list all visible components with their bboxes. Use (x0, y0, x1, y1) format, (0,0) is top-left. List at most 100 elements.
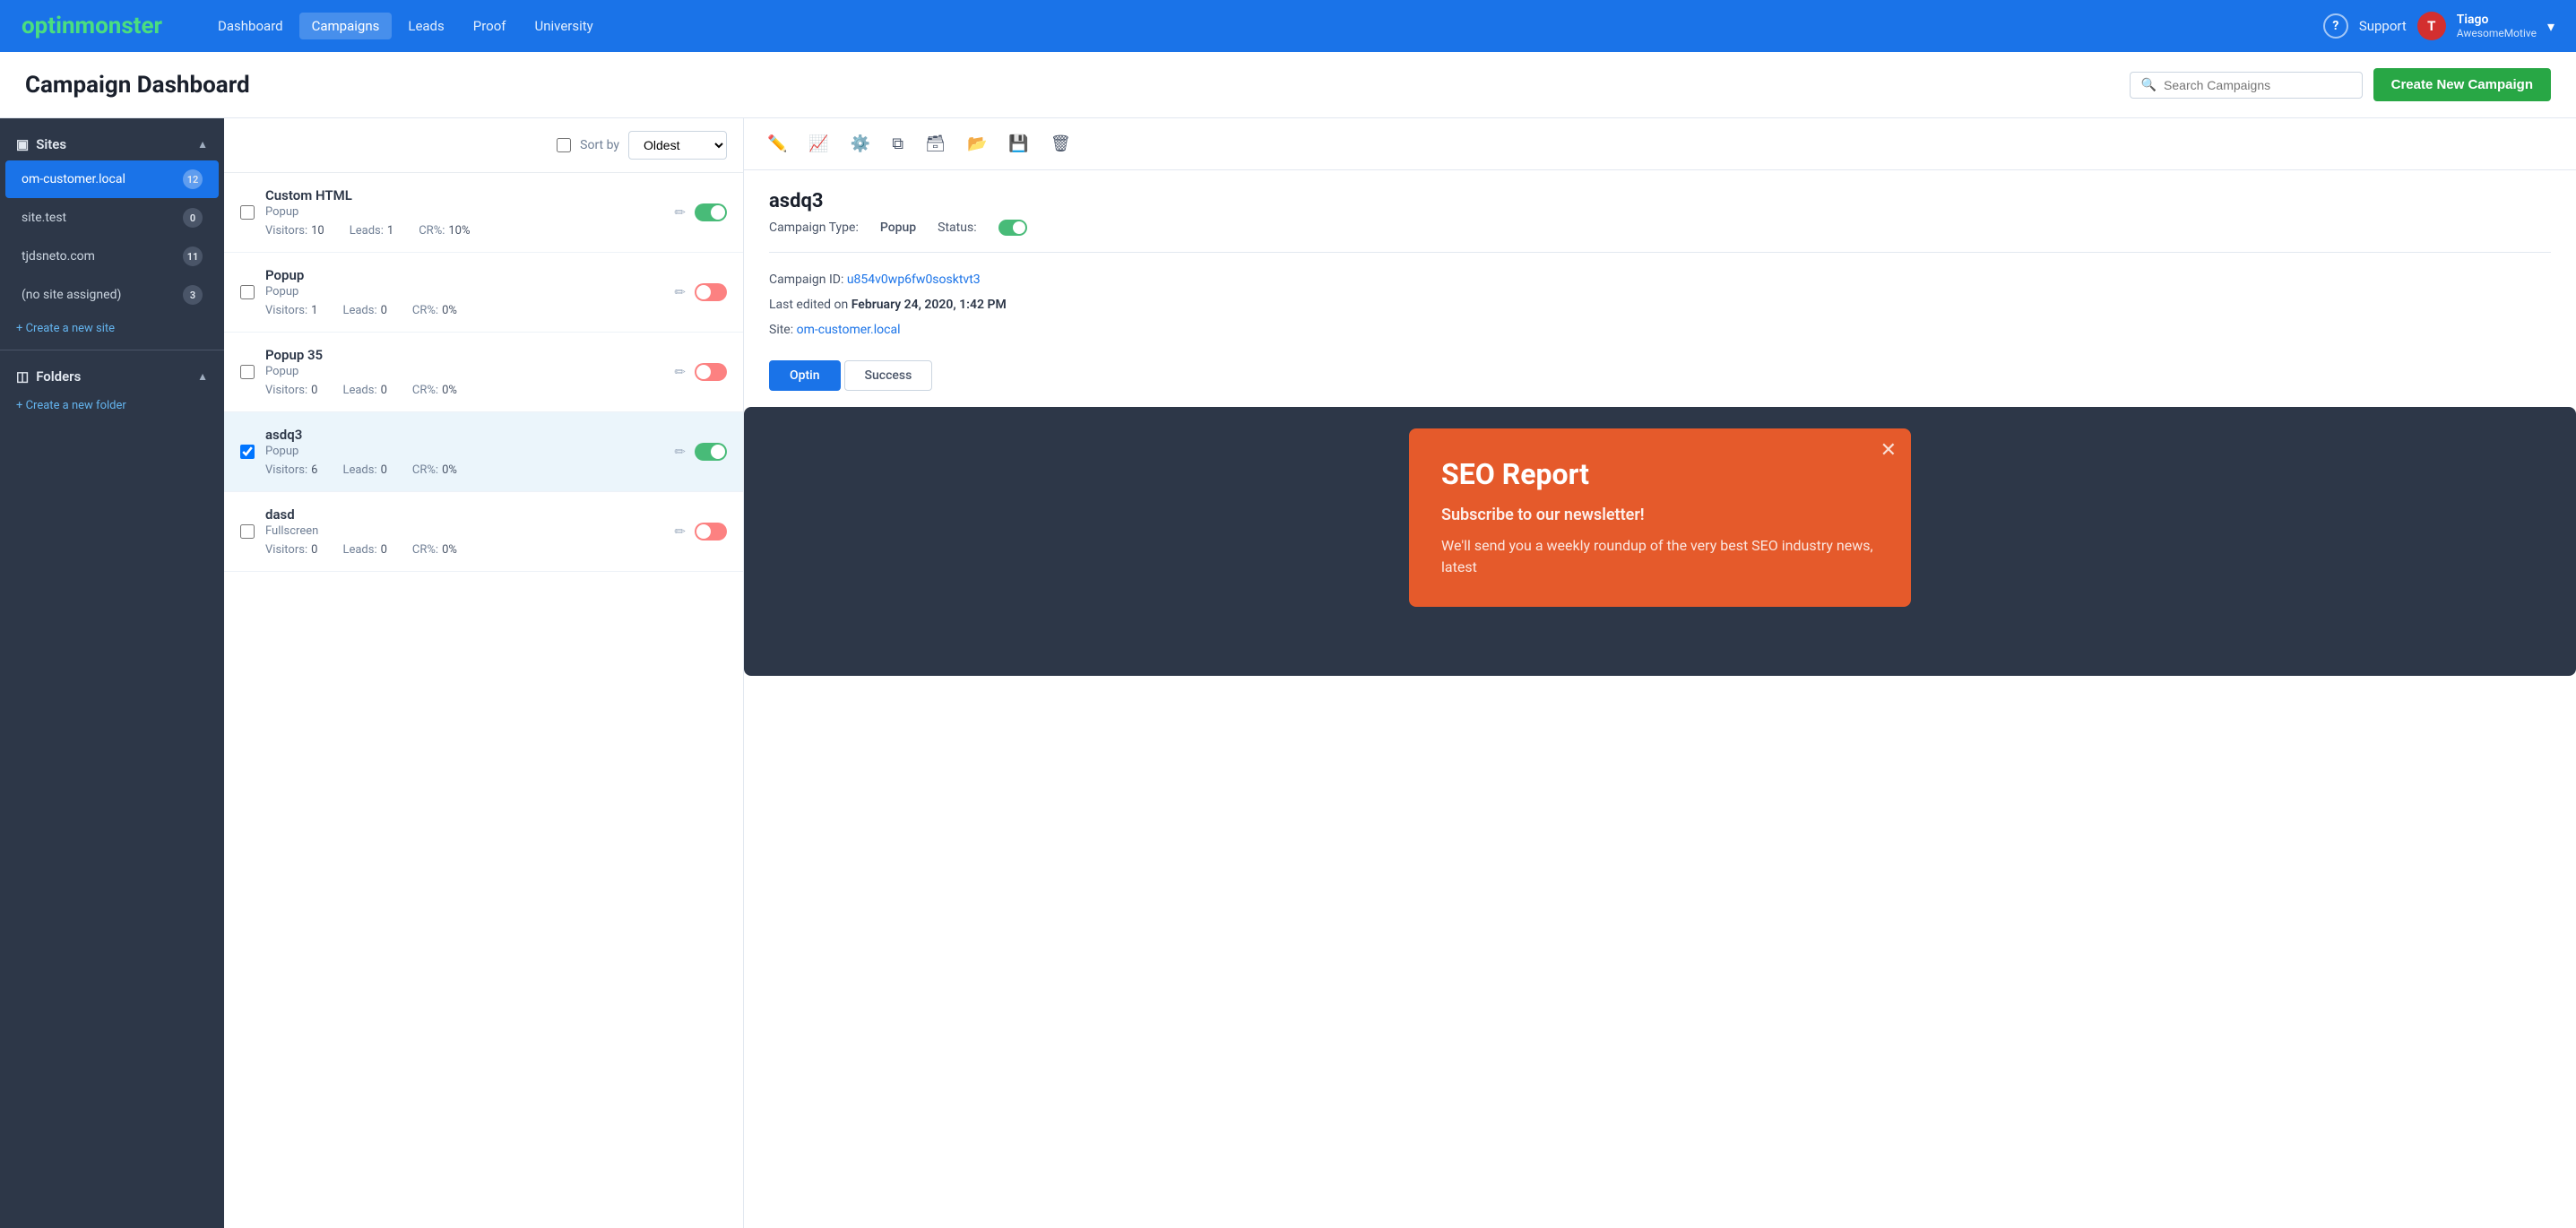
export-icon[interactable]: 💾 (1005, 131, 1032, 157)
detail-body: asdq3 Campaign Type: Popup Status: Campa… (744, 170, 2576, 676)
visitors-stat: Visitors: 6 (265, 463, 317, 477)
edit-icon[interactable]: ✏️ (764, 131, 791, 157)
help-button[interactable]: ? (2323, 13, 2348, 39)
site-value[interactable]: om-customer.local (797, 323, 901, 337)
leads-stat: Leads: 0 (342, 543, 386, 557)
create-site-link[interactable]: + Create a new site (0, 315, 224, 342)
campaign-row[interactable]: Popup 35 Popup Visitors: 0 Leads: 0 CR%:… (224, 333, 743, 412)
campaign-checkbox[interactable] (240, 285, 255, 299)
move-icon[interactable]: 📂 (964, 131, 990, 157)
campaign-toggle[interactable] (695, 443, 727, 461)
user-dropdown-icon[interactable]: ▾ (2547, 18, 2554, 35)
campaign-checkbox[interactable] (240, 445, 255, 459)
preview-close-icon[interactable]: ✕ (1880, 439, 1897, 462)
leads-stat: Leads: 0 (342, 304, 386, 317)
visitors-value: 6 (311, 463, 317, 477)
cr-stat: CR%: 0% (412, 463, 457, 477)
detail-panel: ✏️ 📈 ⚙️ ⧉ 🗃 📂 💾 🗑 asdq3 Campaign Type: P… (744, 118, 2576, 1228)
leads-stat: Leads: 0 (342, 384, 386, 397)
nav-link-proof[interactable]: Proof (461, 13, 519, 39)
campaign-toggle[interactable] (695, 523, 727, 540)
analytics-icon[interactable]: 📈 (805, 131, 832, 157)
sites-section-header[interactable]: ▣ Sites ▲ (0, 125, 224, 160)
preview-subtitle: Subscribe to our newsletter! (1441, 506, 1879, 524)
last-edited-row: Last edited on February 24, 2020, 1:42 P… (769, 292, 2551, 317)
sidebar-site-name: (no site assigned) (22, 288, 183, 302)
create-campaign-button[interactable]: Create New Campaign (2373, 68, 2551, 101)
campaign-row[interactable]: Popup Popup Visitors: 1 Leads: 0 CR%: 0%… (224, 253, 743, 333)
site-row: Site: om-customer.local (769, 317, 2551, 342)
campaign-edit-icon[interactable]: ✏ (674, 364, 686, 380)
campaign-edit-icon[interactable]: ✏ (674, 444, 686, 460)
leads-value: 0 (381, 543, 387, 557)
campaign-type-value: Popup (880, 221, 916, 235)
header-actions: 🔍 Create New Campaign (2130, 68, 2551, 101)
detail-tab-success[interactable]: Success (844, 360, 933, 391)
campaign-edit-icon[interactable]: ✏ (674, 523, 686, 540)
status-label: Status: (938, 221, 976, 235)
sidebar-site-badge: 12 (183, 169, 203, 189)
nav-link-leads[interactable]: Leads (395, 13, 456, 39)
archive-icon[interactable]: 🗃 (921, 131, 949, 157)
toggle-knob (696, 365, 711, 379)
campaign-toggle[interactable] (695, 203, 727, 221)
cr-stat: CR%: 10% (419, 224, 470, 238)
sort-bar: Sort by OldestNewestName A-ZName Z-A (224, 118, 743, 173)
detail-meta: Campaign Type: Popup Status: (769, 220, 2551, 236)
sidebar-site-item[interactable]: tjdsneto.com11 (5, 238, 219, 275)
leads-value: 0 (381, 304, 387, 317)
campaign-toggle[interactable] (695, 283, 727, 301)
campaign-actions: ✏ (674, 363, 727, 381)
sort-select[interactable]: OldestNewestName A-ZName Z-A (628, 131, 727, 160)
cr-value: 10% (448, 224, 470, 238)
campaign-checkbox[interactable] (240, 205, 255, 220)
campaign-edit-icon[interactable]: ✏ (674, 204, 686, 221)
campaign-checkbox[interactable] (240, 524, 255, 539)
visitors-value: 10 (311, 224, 324, 238)
campaign-list-panel: Sort by OldestNewestName A-ZName Z-A Cus… (224, 118, 744, 1228)
detail-info: Campaign ID: u854v0wp6fw0sosktvt3 Last e… (769, 267, 2551, 342)
campaign-id-value[interactable]: u854v0wp6fw0sosktvt3 (847, 272, 981, 287)
detail-campaign-name: asdq3 (769, 190, 2551, 212)
leads-label: Leads: (342, 304, 376, 317)
campaign-name: Custom HTML (265, 187, 663, 203)
status-toggle[interactable] (998, 220, 1027, 236)
campaign-checkbox[interactable] (240, 365, 255, 379)
user-info: Tiago AwesomeMotive (2457, 13, 2537, 39)
campaign-row[interactable]: dasd Fullscreen Visitors: 0 Leads: 0 CR%… (224, 492, 743, 572)
filter-icon[interactable]: ⚙️ (847, 131, 874, 157)
campaign-row[interactable]: asdq3 Popup Visitors: 6 Leads: 0 CR%: 0%… (224, 412, 743, 492)
campaign-toggle[interactable] (695, 363, 727, 381)
cr-label: CR%: (412, 463, 438, 477)
sidebar-site-name: site.test (22, 211, 183, 225)
folders-section-title: ◫ Folders (16, 368, 81, 385)
visitors-stat: Visitors: 0 (265, 384, 317, 397)
visitors-label: Visitors: (265, 224, 307, 238)
preview-container: ✕ SEO Report Subscribe to our newsletter… (744, 407, 2576, 676)
sidebar-site-item[interactable]: site.test0 (5, 199, 219, 237)
visitors-label: Visitors: (265, 543, 307, 557)
campaign-name: asdq3 (265, 427, 663, 443)
folders-section-header[interactable]: ◫ Folders ▲ (0, 358, 224, 392)
campaign-name: Popup (265, 267, 663, 283)
campaign-type: Popup (265, 445, 663, 458)
select-all-checkbox[interactable] (557, 138, 571, 152)
duplicate-icon[interactable]: ⧉ (888, 131, 907, 157)
campaign-row-content: dasd Fullscreen Visitors: 0 Leads: 0 CR%… (265, 506, 663, 557)
search-input[interactable] (2164, 78, 2351, 92)
delete-icon[interactable]: 🗑 (1047, 131, 1075, 157)
campaign-edit-icon[interactable]: ✏ (674, 284, 686, 300)
campaign-row[interactable]: Custom HTML Popup Visitors: 10 Leads: 1 … (224, 173, 743, 253)
detail-tab-optin[interactable]: Optin (769, 360, 841, 391)
sidebar-site-badge: 11 (183, 246, 203, 266)
nav-link-campaigns[interactable]: Campaigns (299, 13, 393, 39)
sidebar-site-item[interactable]: (no site assigned)3 (5, 276, 219, 314)
cr-stat: CR%: 0% (412, 543, 457, 557)
nav-link-dashboard[interactable]: Dashboard (205, 13, 296, 39)
support-link[interactable]: Support (2359, 18, 2407, 34)
leads-value: 1 (387, 224, 393, 238)
toggle-knob (696, 285, 711, 299)
nav-link-university[interactable]: University (523, 13, 606, 39)
sidebar-site-item[interactable]: om-customer.local12 (5, 160, 219, 198)
create-folder-link[interactable]: + Create a new folder (0, 392, 224, 419)
